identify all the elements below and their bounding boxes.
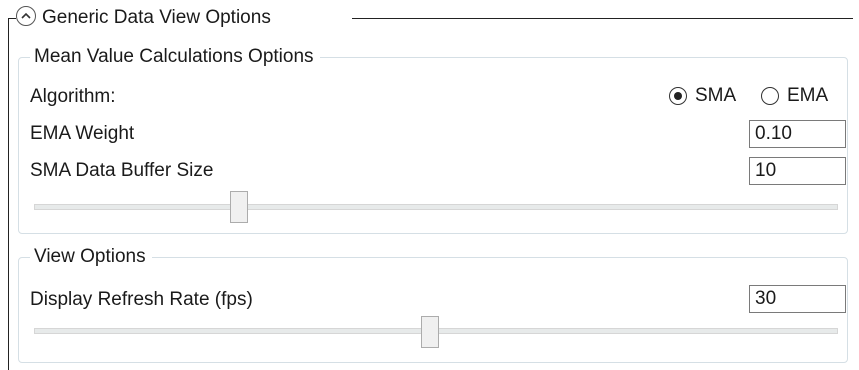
expander-border-top [8, 18, 16, 19]
sma-buffer-label: SMA Data Buffer Size [30, 160, 214, 181]
radio-sma-label: SMA [695, 85, 737, 106]
ema-weight-label: EMA Weight [30, 123, 135, 144]
refresh-rate-input[interactable] [749, 285, 846, 313]
algorithm-radio-ema[interactable]: EMA [761, 84, 828, 108]
mean-value-group-title: Mean Value Calculations Options [30, 45, 320, 69]
ema-weight-input[interactable] [749, 120, 846, 148]
refresh-rate-slider-thumb[interactable] [421, 316, 439, 348]
sma-buffer-slider-thumb[interactable] [230, 191, 248, 223]
radio-selected-dot [674, 92, 682, 100]
radio-ema-label: EMA [787, 85, 829, 106]
expander-toggle-button[interactable] [16, 6, 36, 26]
chevron-up-icon [21, 12, 31, 20]
algorithm-label: Algorithm: [30, 86, 116, 107]
expander-title: Generic Data View Options [42, 6, 279, 30]
radio-ema[interactable] [761, 87, 779, 105]
sma-buffer-input[interactable] [749, 157, 846, 185]
view-options-group-title: View Options [30, 245, 152, 269]
expander-border-top-right [352, 18, 853, 19]
radio-sma[interactable] [669, 87, 687, 105]
algorithm-radio-sma[interactable]: SMA [669, 84, 736, 108]
sma-buffer-slider-track[interactable] [34, 204, 838, 210]
expander-border-left [8, 18, 9, 370]
refresh-rate-label: Display Refresh Rate (fps) [30, 289, 253, 310]
